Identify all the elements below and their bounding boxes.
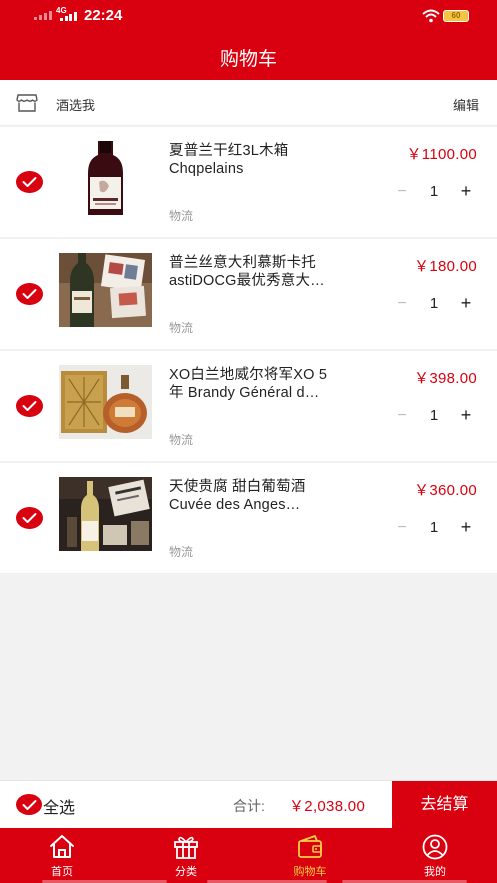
cart-item: 夏普兰干红3L木箱 Chqpelains 物流 ￥1100.00 − 1 + xyxy=(0,127,497,238)
store-icon xyxy=(16,94,38,112)
tab-label: 首页 xyxy=(51,866,73,878)
wallet-icon xyxy=(298,835,322,858)
tab-category[interactable]: 分类 xyxy=(124,828,248,883)
status-time: 22:24 xyxy=(84,7,123,24)
item-checkbox[interactable] xyxy=(16,395,43,417)
tab-mine[interactable]: 我的 xyxy=(373,828,497,883)
minus-button[interactable]: − xyxy=(393,407,411,425)
product-image[interactable] xyxy=(59,365,152,439)
cart-item: XO白兰地威尔将军XO 5 年 Brandy Général d… 物流 ￥39… xyxy=(0,351,497,462)
user-icon xyxy=(422,834,448,860)
tab-label: 分类 xyxy=(175,866,197,878)
nav-bar: 购物车 xyxy=(0,32,497,80)
plus-button[interactable]: + xyxy=(457,181,475,202)
wifi-icon xyxy=(422,9,440,23)
plus-button[interactable]: + xyxy=(457,517,475,538)
delivery-tag: 物流 xyxy=(169,433,194,447)
tab-cart[interactable]: 购物车 xyxy=(248,828,372,883)
tab-label: 我的 xyxy=(424,866,446,878)
delivery-tag: 物流 xyxy=(169,209,194,223)
item-checkbox[interactable] xyxy=(16,507,43,529)
checkmark-icon xyxy=(22,800,37,810)
quantity-value: 1 xyxy=(429,407,439,424)
checkmark-icon xyxy=(22,289,37,299)
select-all-label[interactable]: 全选 xyxy=(43,794,75,818)
checkmark-icon xyxy=(22,177,37,187)
delivery-tag: 物流 xyxy=(169,545,194,559)
signal-bars-icon xyxy=(60,11,77,21)
plus-button[interactable]: + xyxy=(457,405,475,426)
status-bar: 4G 22:24 60 xyxy=(0,0,497,32)
home-icon xyxy=(50,835,74,858)
gift-icon xyxy=(174,836,198,859)
signal-icon xyxy=(34,10,52,20)
item-checkbox[interactable] xyxy=(16,283,43,305)
quantity-value: 1 xyxy=(429,295,439,312)
checkout-button[interactable]: 去结算 xyxy=(392,781,497,829)
total-amount: ￥2,038.00 xyxy=(289,798,366,815)
quantity-stepper: − 1 + xyxy=(393,293,475,314)
edit-button[interactable]: 编辑 xyxy=(453,95,479,114)
item-checkbox[interactable] xyxy=(16,171,43,193)
delivery-tag: 物流 xyxy=(169,321,194,335)
quantity-value: 1 xyxy=(429,183,439,200)
tab-bar: 首页 分类 购物车 我的 xyxy=(0,828,497,883)
checkout-bar: 全选 合计: ￥2,038.00 去结算 xyxy=(0,780,497,829)
item-price: ￥180.00 xyxy=(414,258,477,275)
minus-button[interactable]: − xyxy=(393,295,411,313)
select-all-checkbox[interactable] xyxy=(16,794,42,815)
cart-item: 普兰丝意大利慕斯卡托 astiDOCG最优秀意大… 物流 ￥180.00 − 1… xyxy=(0,239,497,350)
item-price: ￥360.00 xyxy=(414,482,477,499)
tab-label: 购物车 xyxy=(293,866,327,878)
quantity-stepper: − 1 + xyxy=(393,405,475,426)
item-price: ￥1100.00 xyxy=(406,146,477,163)
quantity-value: 1 xyxy=(429,519,439,536)
page-title: 购物车 xyxy=(219,49,277,70)
shop-name[interactable]: 酒选我 xyxy=(56,95,95,114)
quantity-stepper: − 1 + xyxy=(393,181,475,202)
item-price: ￥398.00 xyxy=(414,370,477,387)
product-name[interactable]: 夏普兰干红3L木箱 Chqpelains xyxy=(169,142,365,178)
product-image[interactable] xyxy=(59,253,152,327)
battery-icon: 60 xyxy=(443,10,469,22)
product-name[interactable]: XO白兰地威尔将军XO 5 年 Brandy Général d… xyxy=(169,366,365,402)
quantity-stepper: − 1 + xyxy=(393,517,475,538)
shop-header: 酒选我 编辑 xyxy=(0,80,497,126)
product-image[interactable] xyxy=(59,477,152,551)
minus-button[interactable]: − xyxy=(393,183,411,201)
checkmark-icon xyxy=(22,513,37,523)
minus-button[interactable]: − xyxy=(393,519,411,537)
checkmark-icon xyxy=(22,401,37,411)
product-name[interactable]: 天使贵腐 甜白葡萄酒 Cuvée des Anges… xyxy=(169,478,365,514)
total-label: 合计: xyxy=(233,798,265,814)
tab-home[interactable]: 首页 xyxy=(0,828,124,883)
plus-button[interactable]: + xyxy=(457,293,475,314)
product-image[interactable] xyxy=(59,141,152,215)
product-name[interactable]: 普兰丝意大利慕斯卡托 astiDOCG最优秀意大… xyxy=(169,254,365,290)
cart-item: 天使贵腐 甜白葡萄酒 Cuvée des Anges… 物流 ￥360.00 −… xyxy=(0,463,497,574)
